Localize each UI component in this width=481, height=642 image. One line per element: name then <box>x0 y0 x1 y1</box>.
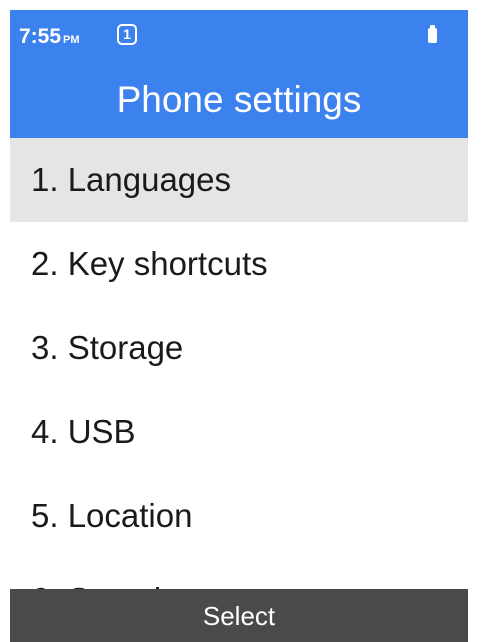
softkey-bar: Select <box>10 589 468 642</box>
status-clock: 7:55 PM <box>19 25 80 49</box>
menu-item-location[interactable]: 5. Location <box>10 474 468 558</box>
page-title: Phone settings <box>116 79 362 120</box>
phone-screen: 7:55 PM 1 Phone settings 1. Languages 2. … <box>10 10 468 642</box>
menu-item-usb[interactable]: 4. USB <box>10 390 468 474</box>
settings-menu: 1. Languages 2. Key shortcuts 3. Storage… <box>10 138 468 642</box>
sim-1-icon: 1 <box>117 24 137 45</box>
menu-item-languages[interactable]: 1. Languages <box>10 138 468 222</box>
clock-ampm: PM <box>63 34 80 46</box>
select-softkey[interactable]: Select <box>203 601 275 631</box>
clock-time: 7:55 <box>19 25 62 48</box>
menu-item-key-shortcuts[interactable]: 2. Key shortcuts <box>10 222 468 306</box>
menu-item-storage[interactable]: 3. Storage <box>10 306 468 390</box>
battery-icon <box>428 25 437 43</box>
header: 7:55 PM 1 Phone settings <box>10 10 468 138</box>
status-bar: 7:55 PM 1 <box>10 10 468 58</box>
